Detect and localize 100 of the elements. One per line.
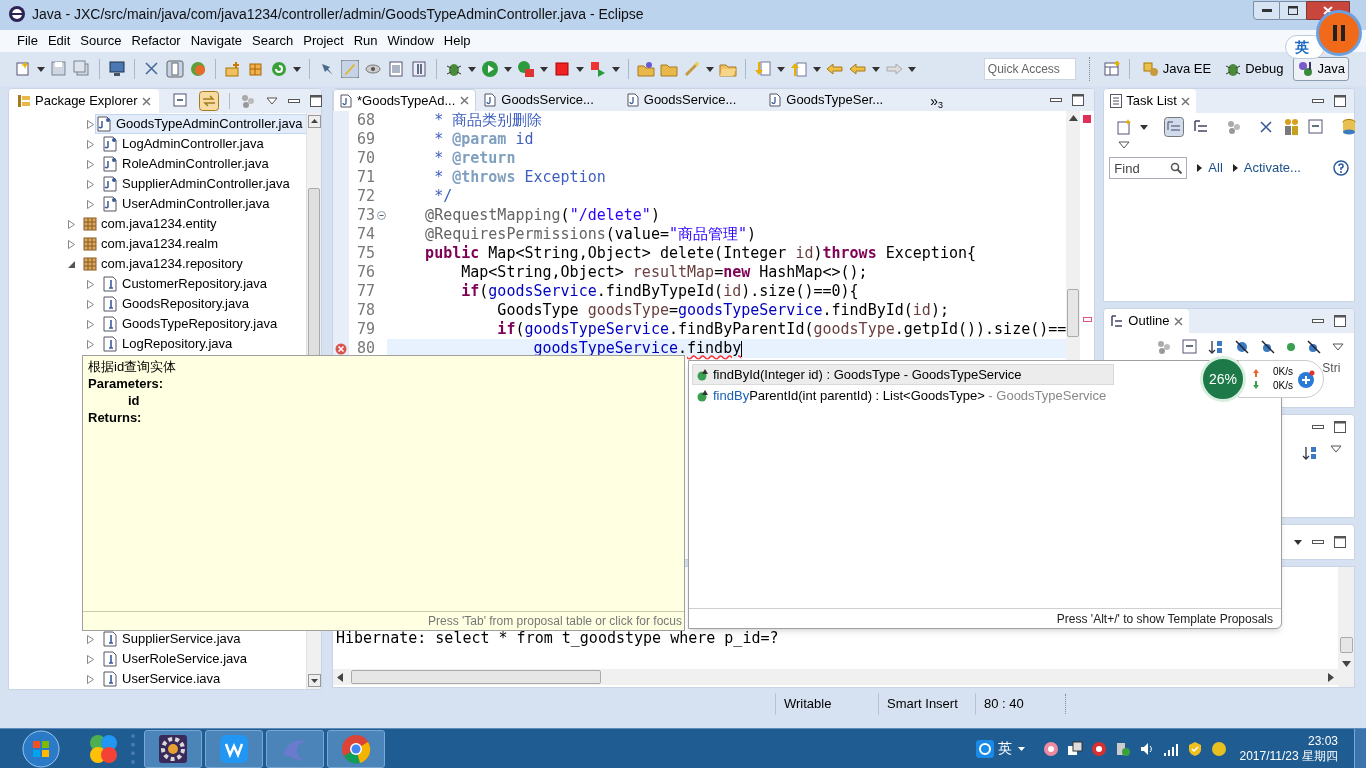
toggle-icon[interactable] (166, 60, 184, 78)
view-tab[interactable]: Package Explorer (9, 89, 159, 113)
view-menu-icon[interactable] (1118, 141, 1131, 149)
caret-icon[interactable] (872, 66, 880, 72)
refresh-icon[interactable] (270, 60, 288, 78)
categorized-icon[interactable] (1164, 117, 1185, 137)
taskbar-app[interactable] (327, 729, 385, 768)
close-icon[interactable] (1180, 96, 1190, 106)
minimize-button[interactable] (1253, 1, 1280, 20)
sort-icon[interactable] (1302, 445, 1319, 461)
vertical-scrollbar[interactable] (1338, 567, 1355, 687)
run-external-icon[interactable] (517, 60, 535, 78)
stop-icon[interactable] (553, 60, 571, 78)
q-app-icon[interactable] (976, 739, 995, 758)
view-tab[interactable]: Task List (1104, 89, 1196, 113)
tree-item[interactable]: UserAdminController.java (101, 194, 275, 214)
tree-item[interactable]: com.java1234.entity (82, 214, 222, 234)
caret-icon[interactable] (540, 66, 548, 72)
help-icon[interactable] (1333, 160, 1350, 176)
tree-item[interactable]: SupplierService.java (101, 629, 246, 649)
back-edit-icon[interactable] (826, 60, 844, 78)
ime-indicator[interactable]: 英 (998, 738, 1013, 759)
new-task-icon[interactable] (1116, 119, 1133, 135)
tree-item[interactable]: SupplierAdminController.java (101, 174, 295, 194)
minimize-icon[interactable] (1312, 99, 1325, 103)
caret-icon[interactable] (706, 66, 714, 72)
scroll-up-icon[interactable] (307, 115, 321, 128)
tree-item[interactable]: CustomerRepository.java (101, 274, 272, 294)
cross-icon[interactable] (1258, 119, 1275, 135)
perspective-button[interactable]: Debug (1220, 57, 1288, 81)
filter-icon[interactable] (1156, 339, 1173, 355)
caret-icon[interactable] (1018, 746, 1026, 751)
monitor-icon[interactable] (108, 60, 126, 78)
scroll-down-icon[interactable] (1341, 661, 1351, 667)
menu-item[interactable]: Window (382, 31, 439, 51)
tree-item[interactable]: com.java1234.repository (82, 254, 248, 274)
caret-icon[interactable] (504, 66, 512, 72)
grid-plus-icon[interactable] (247, 60, 265, 78)
close-icon[interactable] (460, 96, 470, 105)
proposal-item[interactable]: findById(Integer id) : GoodsType - GoodsTypeService (692, 364, 1114, 385)
scroll-right-icon[interactable] (1328, 672, 1335, 682)
tree-item[interactable]: RoleAdminController.java (101, 154, 274, 174)
proposal-item[interactable]: findByParentId(int parentId) : List<GoodsType> - GoodsTypeService (692, 385, 1114, 406)
dot-icon[interactable] (1286, 342, 1297, 352)
view-menu-icon[interactable] (1332, 343, 1345, 351)
tree-item[interactable]: GoodsRepository.java (101, 294, 254, 314)
tree-item[interactable]: com.java1234.realm (82, 234, 224, 254)
filter-icon[interactable] (239, 93, 256, 109)
maximize-icon[interactable] (309, 95, 322, 107)
editor-tab[interactable]: GoodsService... (620, 89, 762, 111)
taskbar-app[interactable] (144, 729, 202, 768)
scroll-down-icon[interactable] (307, 674, 321, 687)
editor-tab[interactable]: GoodsTypeSer... (763, 89, 909, 111)
link[interactable]: All (1208, 158, 1223, 178)
hide-local-icon[interactable] (1306, 339, 1323, 355)
scrollbar-thumb[interactable] (1067, 289, 1080, 337)
clock[interactable]: 23:03 2017/11/23 星期四 (1239, 733, 1338, 764)
shield-check-icon[interactable] (1187, 740, 1204, 757)
folder-people-icon[interactable] (637, 60, 655, 78)
hide-fields-icon[interactable] (1234, 339, 1251, 355)
caret-icon[interactable] (1140, 124, 1149, 130)
expand-triangle-icon[interactable] (1197, 164, 1203, 172)
tree-item[interactable]: UserRoleService.java (101, 649, 252, 669)
network-monitor-widget[interactable]: 26% 0K/s 0K/s (1200, 356, 1324, 402)
scrollbar-thumb[interactable] (351, 670, 601, 684)
tree-item[interactable]: LogRepository.java (101, 334, 238, 354)
maximize-icon[interactable] (1334, 536, 1347, 548)
hide-static-icon[interactable] (1260, 339, 1277, 355)
editor-tab[interactable]: *GoodsTypeAd... (333, 89, 477, 111)
caret-icon[interactable] (37, 66, 45, 72)
filter-icon[interactable] (1226, 119, 1243, 135)
view-tab[interactable]: Outline (1104, 309, 1189, 333)
tree-item[interactable]: GoodsTypeRepository.java (101, 314, 283, 334)
flower-icon[interactable] (1043, 740, 1060, 757)
collapse-all-icon[interactable] (172, 93, 189, 109)
people-icon[interactable] (1282, 118, 1301, 136)
menu-item[interactable]: File (12, 31, 43, 51)
caret-icon[interactable] (612, 66, 620, 72)
sort-icon[interactable] (1208, 339, 1225, 355)
caret-icon[interactable] (576, 66, 584, 72)
close-icon[interactable] (1173, 316, 1183, 326)
minimize-icon[interactable] (1050, 98, 1063, 102)
globe-icon[interactable] (189, 60, 207, 78)
menu-item[interactable]: Source (75, 31, 127, 51)
minimize-icon[interactable] (1312, 540, 1325, 544)
round-logo-icon[interactable] (1091, 740, 1108, 757)
caret-icon[interactable] (777, 66, 785, 72)
expanded-triangle-icon[interactable] (67, 259, 76, 269)
link-editor-icon[interactable] (198, 91, 219, 111)
view-menu-icon[interactable] (1330, 445, 1343, 453)
scroll-left-icon[interactable] (337, 672, 343, 682)
find-field[interactable]: Find (1109, 157, 1188, 179)
maximize-icon[interactable] (1334, 95, 1347, 107)
quick-access-field[interactable]: Quick Access (983, 58, 1076, 80)
maximize-icon[interactable] (1072, 94, 1085, 106)
start-button[interactable] (19, 728, 63, 768)
windows-stack-icon[interactable] (1067, 740, 1084, 757)
menu-item[interactable]: Project (298, 31, 349, 51)
editor-tab[interactable]: GoodsService... (478, 89, 619, 111)
menu-item[interactable]: Refactor (126, 31, 186, 51)
